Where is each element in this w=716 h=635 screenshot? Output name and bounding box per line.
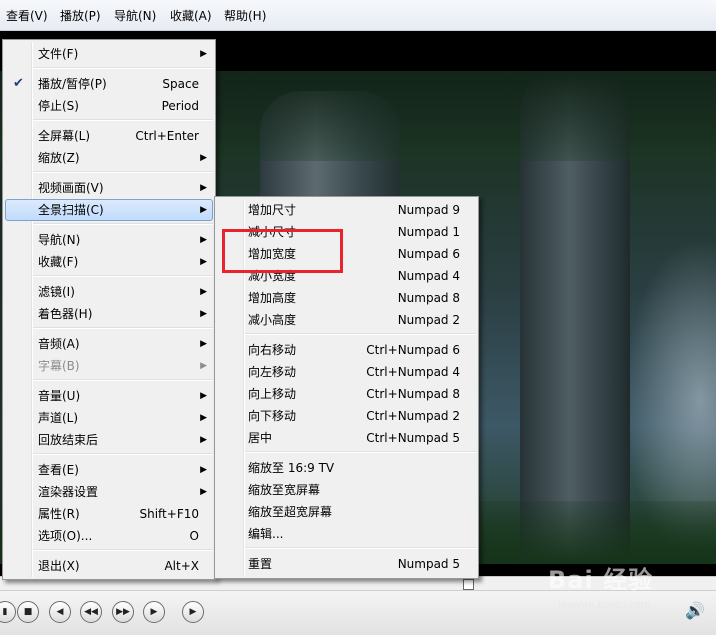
checkmark-icon: ✔ (13, 76, 24, 91)
menu-item-renderer-settings[interactable]: 渲染器设置 ▶ (5, 481, 213, 503)
menu-item-properties[interactable]: 属性(R) Shift+F10 (5, 503, 213, 525)
chevron-right-icon: ▶ (200, 309, 207, 319)
chevron-right-icon: ▶ (200, 235, 207, 245)
context-menu: 文件(F) ▶ ✔ 播放/暂停(P) Space 停止(S) Period 全屏幕(L)… (2, 39, 216, 580)
menu-item-after-playback[interactable]: 回放结束后 ▶ (5, 429, 213, 451)
chevron-right-icon: ▶ (200, 361, 207, 371)
fast-forward-icon: ▶▶ (116, 607, 130, 617)
submenu-item-zoom-ultrawide[interactable]: 缩放至超宽屏幕 (217, 501, 476, 523)
menu-play[interactable]: 播放(P) (60, 9, 101, 23)
stop-icon: ■ (23, 607, 33, 617)
menu-item-play-pause[interactable]: ✔ 播放/暂停(P) Space (5, 73, 213, 95)
menu-item-filters[interactable]: 滤镜(I) ▶ (5, 281, 213, 303)
previous-button[interactable]: ◀ (49, 601, 71, 623)
submenu-item-increase-height[interactable]: 增加高度 Numpad 8 (217, 287, 476, 309)
menu-item-pan-scan[interactable]: 全景扫描(C) ▶ (5, 199, 213, 221)
menu-item-audio[interactable]: 音频(A) ▶ (5, 333, 213, 355)
menu-help[interactable]: 帮助(H) (224, 9, 266, 23)
submenu-item-reset[interactable]: 重置 Numpad 5 (217, 553, 476, 575)
skip-next-icon: ▶ (150, 607, 158, 617)
submenu-item-zoom-16-9[interactable]: 缩放至 16:9 TV (217, 457, 476, 479)
rewind-button[interactable]: ◀◀ (80, 601, 102, 623)
chevron-right-icon: ▶ (200, 465, 207, 475)
submenu-item-decrease-height[interactable]: 减小高度 Numpad 2 (217, 309, 476, 331)
chevron-right-icon: ▶ (200, 487, 207, 497)
menu-item-stop[interactable]: 停止(S) Period (5, 95, 213, 117)
annotation-highlight-box (222, 229, 343, 273)
menu-item-favorites[interactable]: 收藏(F) ▶ (5, 251, 213, 273)
chevron-right-icon: ▶ (200, 391, 207, 401)
submenu-item-edit[interactable]: 编辑... (217, 523, 476, 545)
play-pause-button[interactable]: ▮ (0, 601, 16, 623)
submenu-item-move-left[interactable]: 向左移动 Ctrl+Numpad 4 (217, 361, 476, 383)
menu-item-fullscreen[interactable]: 全屏幕(L) Ctrl+Enter (5, 125, 213, 147)
rewind-icon: ◀◀ (84, 607, 98, 617)
menubar: 查看(V) 播放(P) 导航(N) 收藏(A) 帮助(H) (0, 0, 716, 31)
menu-view[interactable]: 查看(V) (6, 9, 48, 23)
chevron-right-icon: ▶ (200, 435, 207, 445)
menu-item-video-frame[interactable]: 视频画面(V) ▶ (5, 177, 213, 199)
menu-item-zoom[interactable]: 缩放(Z) ▶ (5, 147, 213, 169)
menu-item-shaders[interactable]: 着色器(H) ▶ (5, 303, 213, 325)
watermark-brand: Bai 经验 (548, 566, 654, 594)
watermark-url: jingyan.baidu.com (558, 600, 651, 611)
skip-previous-icon: ◀ (56, 607, 64, 617)
submenu-item-move-up[interactable]: 向上移动 Ctrl+Numpad 8 (217, 383, 476, 405)
chevron-right-icon: ▶ (200, 287, 207, 297)
watermark-logo: Bai 经验 jingyan.baidu.com (544, 556, 694, 622)
chevron-right-icon: ▶ (200, 153, 207, 163)
menu-item-file[interactable]: 文件(F) ▶ (5, 43, 213, 65)
frame-step-icon: ▶ (189, 607, 197, 617)
chevron-right-icon: ▶ (200, 413, 207, 423)
submenu-item-increase-size[interactable]: 增加尺寸 Numpad 9 (217, 199, 476, 221)
menu-navigate[interactable]: 导航(N) (114, 9, 156, 23)
chevron-right-icon: ▶ (200, 183, 207, 193)
menu-item-options[interactable]: 选项(O)... O (5, 525, 213, 547)
seek-handle[interactable] (463, 579, 474, 590)
chevron-right-icon: ▶ (200, 339, 207, 349)
menu-item-volume[interactable]: 音量(U) ▶ (5, 385, 213, 407)
chevron-right-icon: ▶ (200, 49, 207, 59)
next-button[interactable]: ▶ (143, 601, 165, 623)
submenu-item-zoom-widescreen[interactable]: 缩放至宽屏幕 (217, 479, 476, 501)
menu-item-navigate[interactable]: 导航(N) ▶ (5, 229, 213, 251)
chevron-right-icon: ▶ (200, 257, 207, 267)
frame-step-button[interactable]: ▶ (182, 601, 204, 623)
submenu-item-move-right[interactable]: 向右移动 Ctrl+Numpad 6 (217, 339, 476, 361)
play-pause-icon: ▮ (2, 607, 8, 617)
menu-item-subtitles: 字幕(B) ▶ (5, 355, 213, 377)
menu-favorites[interactable]: 收藏(A) (170, 9, 212, 23)
menu-item-view[interactable]: 查看(E) ▶ (5, 459, 213, 481)
stop-button[interactable]: ■ (17, 601, 39, 623)
menu-item-channels[interactable]: 声道(L) ▶ (5, 407, 213, 429)
menu-item-exit[interactable]: 退出(X) Alt+X (5, 555, 213, 577)
submenu-item-move-down[interactable]: 向下移动 Ctrl+Numpad 2 (217, 405, 476, 427)
submenu-item-center[interactable]: 居中 Ctrl+Numpad 5 (217, 427, 476, 449)
chevron-right-icon: ▶ (200, 205, 207, 215)
fast-forward-button[interactable]: ▶▶ (112, 601, 134, 623)
